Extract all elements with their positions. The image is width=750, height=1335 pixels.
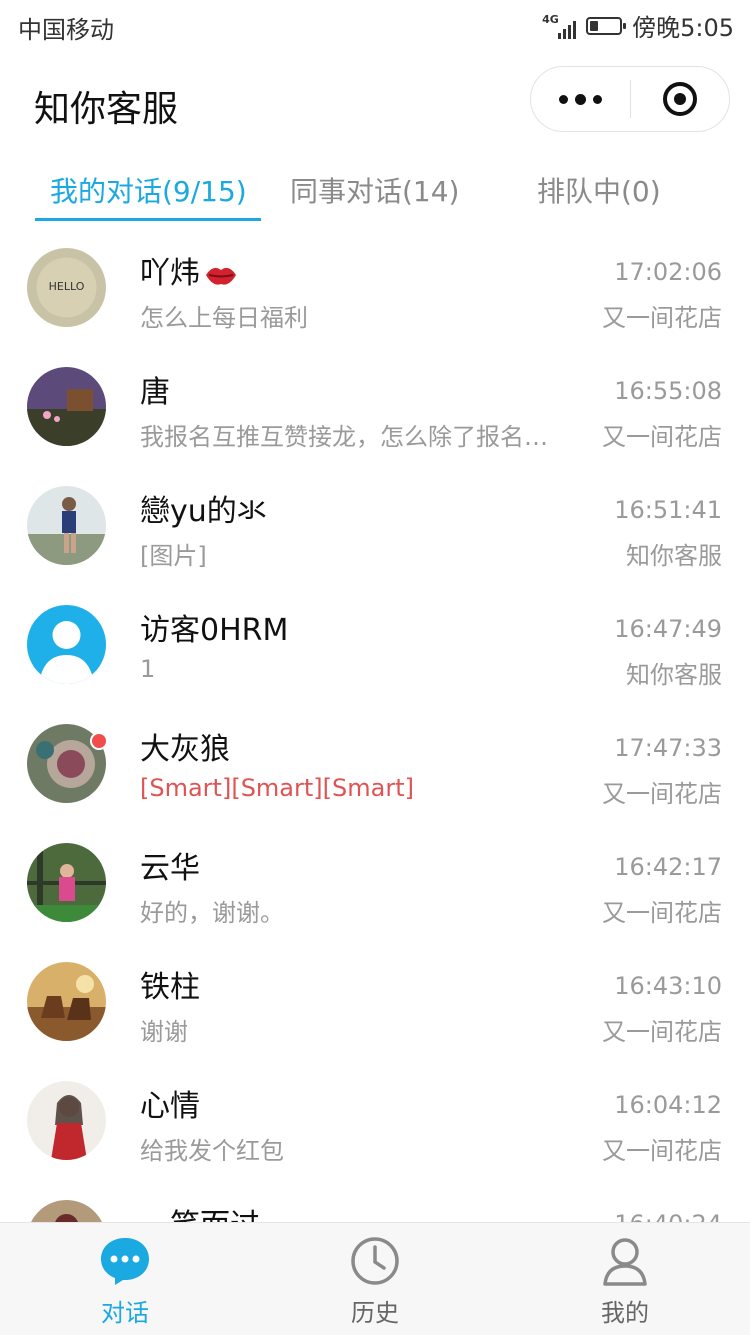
- avatar: [27, 843, 106, 922]
- bottom-nav: 对话 历史 我的: [0, 1222, 750, 1335]
- contact-name: 心情: [140, 1089, 200, 1124]
- dot-icon: [574, 93, 586, 105]
- chat-bubble-icon: [101, 1238, 149, 1285]
- avatar: [27, 367, 106, 446]
- shop-name: 又一间花店: [602, 304, 722, 332]
- user-icon: [603, 1238, 647, 1286]
- avatar: [27, 962, 106, 1041]
- conversation-row[interactable]: 大灰狼 [Smart][Smart][Smart] 17:47:33 又一间花店: [0, 706, 750, 825]
- target-icon: [662, 82, 697, 116]
- last-message: [图片]: [140, 542, 207, 570]
- last-message: 1: [140, 655, 156, 683]
- avatar: [27, 486, 106, 565]
- shop-name: 又一间花店: [602, 423, 722, 451]
- close-button[interactable]: [631, 67, 730, 131]
- tab-colleague-conversations[interactable]: 同事对话(14): [290, 170, 459, 210]
- shop-name: 知你客服: [626, 542, 722, 570]
- message-time: 16:55:08: [614, 377, 722, 405]
- conversation-row[interactable]: 心情 给我发个红包 16:04:12 又一间花店: [0, 1063, 750, 1182]
- header: 知你客服: [0, 52, 750, 152]
- shop-name: 又一间花店: [602, 899, 722, 927]
- contact-name: 一笑而过: [140, 1200, 260, 1222]
- conversation-row[interactable]: 一笑而过 16:40:24: [0, 1182, 750, 1222]
- last-message: 给我发个红包: [140, 1137, 284, 1165]
- conversation-list: HELLO 吖炜 怎么上每日福利 17:02:06 又一间花店 唐 我报名互推互…: [0, 230, 750, 1222]
- avatar: [27, 605, 106, 684]
- miniprogram-capsule: [530, 66, 730, 132]
- dot-icon: [558, 94, 568, 104]
- status-right: 4G 傍晚5:05: [542, 8, 734, 43]
- more-button[interactable]: [531, 67, 630, 131]
- nav-label: 我的: [601, 1299, 649, 1327]
- network-type: 4G: [542, 12, 559, 26]
- last-message: 我报名互推互赞接龙，怎么除了报名…: [140, 423, 548, 451]
- shop-name: 又一间花店: [602, 1137, 722, 1165]
- status-bar: 中国移动 4G 傍晚5:05: [0, 0, 750, 52]
- conversation-row[interactable]: 云华 好的，谢谢。 16:42:17 又一间花店: [0, 825, 750, 944]
- message-time: 16:40:24: [614, 1210, 722, 1222]
- signal-icon: 4G: [542, 11, 577, 41]
- conversation-row[interactable]: 唐 我报名互推互赞接龙，怎么除了报名… 16:55:08 又一间花店: [0, 349, 750, 468]
- unread-dot: [90, 732, 108, 750]
- tab-queue[interactable]: 排队中(0): [537, 170, 661, 210]
- svg-text:HELLO: HELLO: [49, 280, 85, 293]
- nav-profile[interactable]: 我的: [500, 1223, 750, 1335]
- contact-name: 访客0HRM: [140, 613, 289, 648]
- message-time: 16:43:10: [614, 972, 722, 1000]
- message-time: 17:02:06: [614, 258, 722, 286]
- shop-name: 又一间花店: [602, 780, 722, 808]
- avatar: HELLO: [27, 248, 106, 327]
- nav-conversations[interactable]: 对话: [0, 1223, 250, 1335]
- status-time: 傍晚5:05: [632, 14, 734, 42]
- lips-emoji-icon: [206, 267, 236, 285]
- last-message: 怎么上每日福利: [140, 304, 308, 332]
- last-message: 好的，谢谢。: [140, 899, 284, 927]
- battery-icon: [586, 16, 627, 35]
- tab-my-conversations[interactable]: 我的对话(9/15): [50, 170, 247, 210]
- conversation-row[interactable]: 戀yu的氺 [图片] 16:51:41 知你客服: [0, 468, 750, 587]
- message-time: 16:42:17: [614, 853, 722, 881]
- message-time: 16:51:41: [614, 496, 722, 524]
- message-time: 16:04:12: [614, 1091, 722, 1119]
- contact-name: 云华: [140, 851, 200, 886]
- message-time: 17:47:33: [614, 734, 722, 762]
- contact-name: 戀yu的氺: [140, 494, 267, 529]
- clock-icon: [351, 1237, 399, 1285]
- tab-bar: 我的对话(9/15) 同事对话(14) 排队中(0): [0, 152, 750, 224]
- nav-label: 历史: [351, 1299, 399, 1327]
- conversation-row[interactable]: 铁柱 谢谢 16:43:10 又一间花店: [0, 944, 750, 1063]
- last-message: [Smart][Smart][Smart]: [140, 774, 414, 802]
- dot-icon: [592, 94, 602, 104]
- contact-name: 铁柱: [140, 970, 200, 1005]
- shop-name: 又一间花店: [602, 1018, 722, 1046]
- contact-name: 大灰狼: [140, 732, 230, 767]
- contact-name: 吖炜: [140, 248, 238, 292]
- contact-name: 唐: [140, 375, 170, 410]
- conversation-row[interactable]: 访客0HRM 1 16:47:49 知你客服: [0, 587, 750, 706]
- shop-name: 知你客服: [626, 661, 722, 689]
- message-time: 16:47:49: [614, 615, 722, 643]
- nav-history[interactable]: 历史: [250, 1223, 500, 1335]
- page-title: 知你客服: [34, 89, 179, 130]
- avatar: [27, 1081, 106, 1160]
- nav-label: 对话: [101, 1299, 149, 1327]
- avatar: [27, 1200, 106, 1222]
- carrier-label: 中国移动: [18, 16, 114, 44]
- tab-active-indicator: [35, 218, 261, 221]
- conversation-row[interactable]: HELLO 吖炜 怎么上每日福利 17:02:06 又一间花店: [0, 230, 750, 349]
- last-message: 谢谢: [140, 1018, 188, 1046]
